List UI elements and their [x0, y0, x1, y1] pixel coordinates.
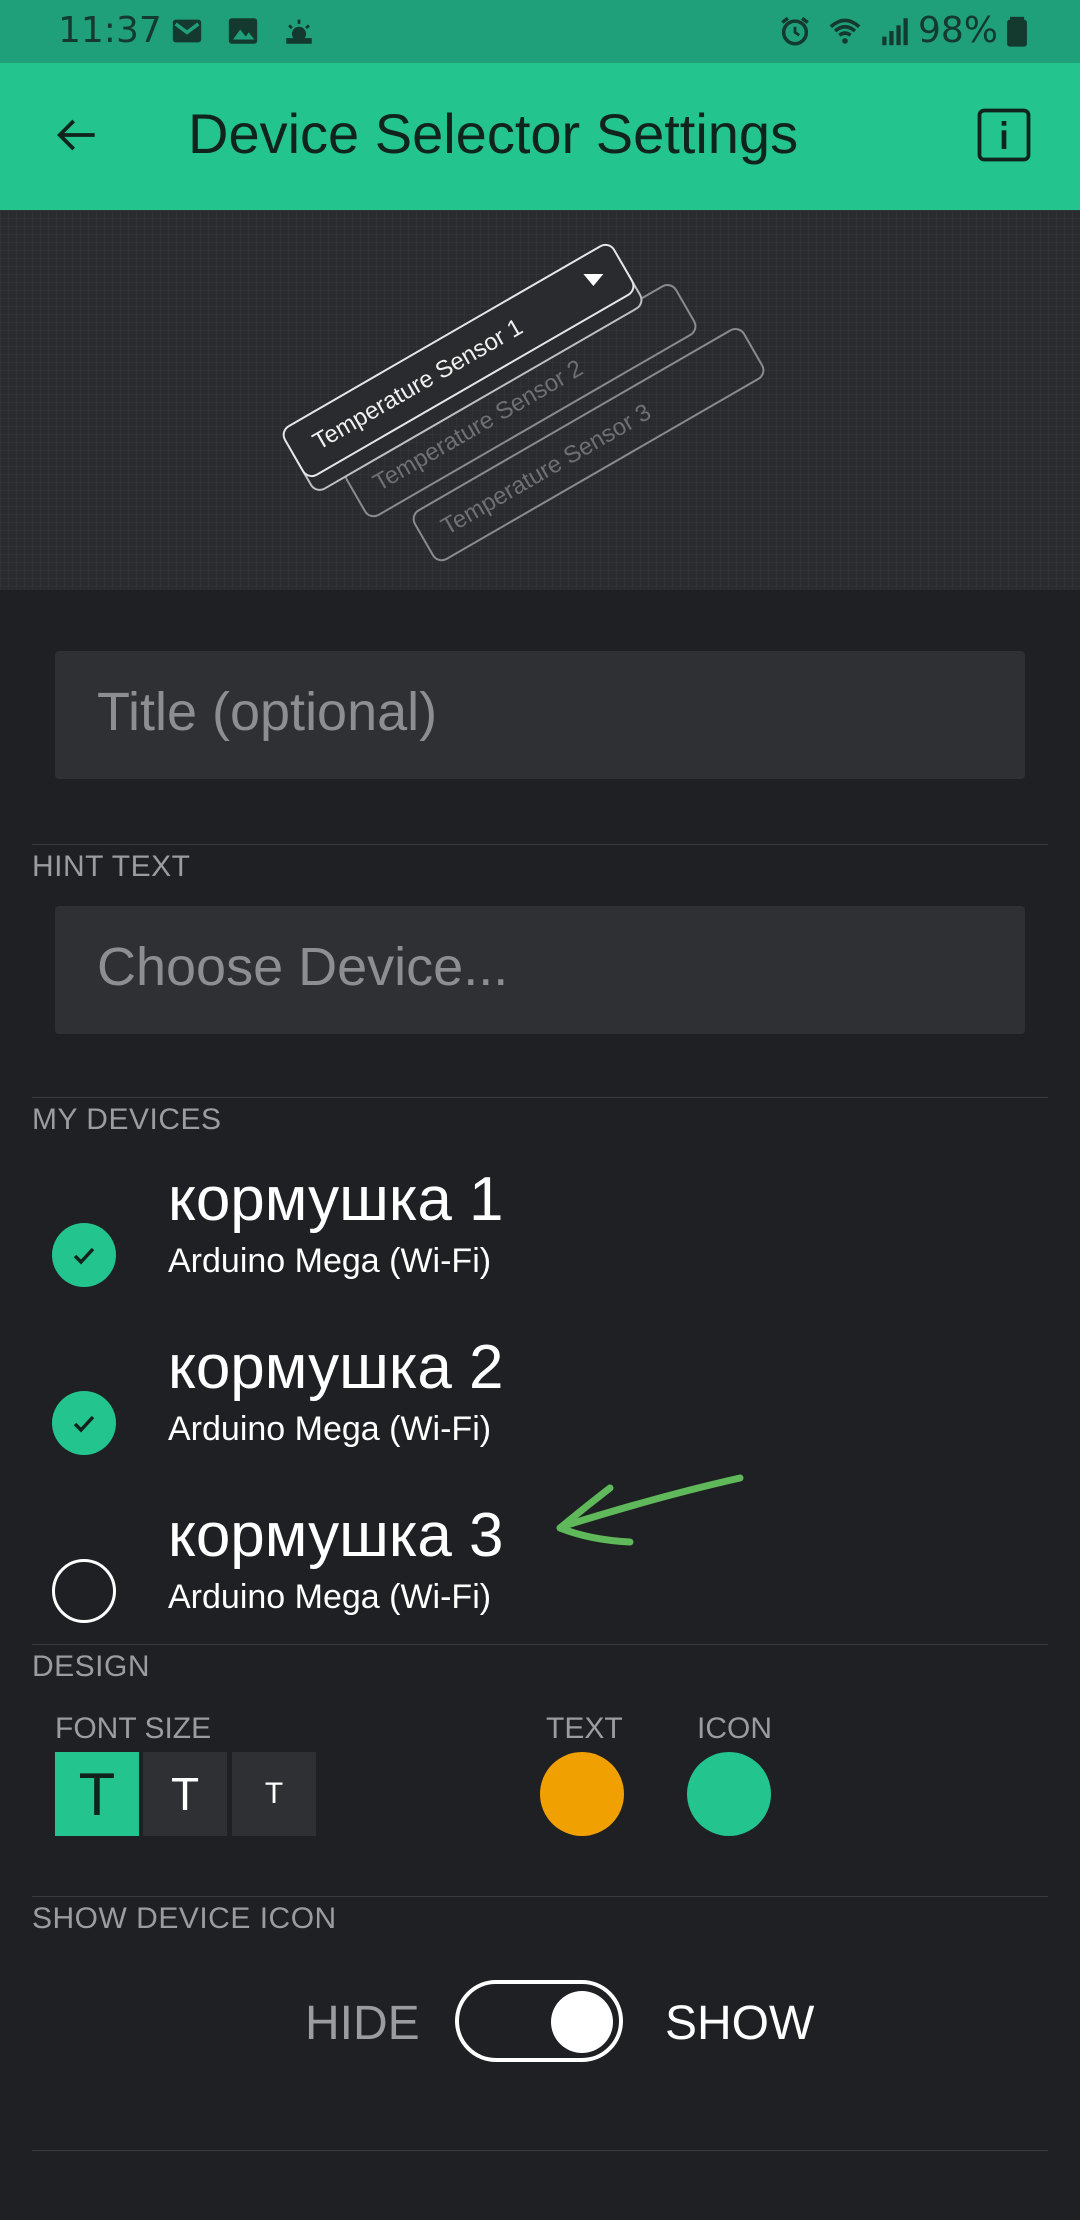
show-device-icon-label: SHOW DEVICE ICON [32, 1902, 337, 1935]
image-icon [228, 18, 258, 44]
text-color-label: TEXT [546, 1712, 623, 1745]
device-name-1: кормушка 1 [168, 1165, 504, 1234]
divider [32, 1644, 1048, 1645]
wifi-icon [829, 18, 861, 44]
text-color-swatch[interactable] [540, 1752, 624, 1836]
signal-icon [882, 18, 908, 46]
device-type-2: Arduino Mega (Wi-Fi) [168, 1410, 492, 1448]
icon-color-swatch[interactable] [687, 1752, 771, 1836]
font-size-large-label: T [78, 1760, 116, 1828]
device-item-3[interactable]: кормушка 3 Arduino Mega (Wi-Fi) [0, 1486, 1080, 1646]
hide-label: HIDE [305, 1997, 420, 2050]
battery-level: 98% [918, 10, 999, 51]
title-placeholder: Title (optional) [97, 682, 438, 742]
divider [32, 844, 1048, 845]
device-checkbox-1[interactable] [52, 1223, 116, 1287]
gmail-icon [172, 19, 202, 43]
annotation-arrow-icon [556, 1474, 744, 1546]
device-type-3: Arduino Mega (Wi-Fi) [168, 1578, 492, 1616]
page-title: Device Selector Settings [188, 102, 799, 165]
status-time: 11:37 [58, 10, 162, 51]
font-size-medium-button[interactable]: T [143, 1752, 227, 1836]
hint-text-placeholder: Choose Device... [97, 937, 509, 997]
weather-icon [286, 19, 312, 44]
info-icon[interactable] [976, 107, 1032, 163]
status-bar: 11:37 98% [0, 0, 1080, 63]
check-icon [73, 1247, 95, 1265]
device-checkbox-3[interactable] [52, 1559, 116, 1623]
font-size-large-button[interactable]: T [55, 1752, 139, 1836]
divider [32, 1097, 1048, 1098]
device-checkbox-2[interactable] [52, 1391, 116, 1455]
show-device-icon-toggle[interactable] [455, 1980, 623, 2062]
show-label: SHOW [665, 1997, 815, 2050]
device-name-3: кормушка 3 [168, 1501, 504, 1570]
toggle-knob [551, 1991, 613, 2053]
hint-text-label: HINT TEXT [32, 850, 191, 883]
check-icon [73, 1415, 95, 1433]
design-label: DESIGN [32, 1650, 151, 1683]
font-size-small-label: T [264, 1777, 284, 1810]
title-input[interactable]: Title (optional) [55, 651, 1025, 779]
app-bar: Device Selector Settings [0, 63, 1080, 210]
divider [32, 2150, 1048, 2151]
icon-color-label: ICON [697, 1712, 772, 1745]
my-devices-label: MY DEVICES [32, 1103, 222, 1136]
alarm-icon [781, 16, 809, 46]
divider [32, 1896, 1048, 1897]
back-arrow-icon[interactable] [48, 107, 104, 163]
widget-preview: Temperature Sensor 3 Temperature Sensor … [0, 210, 1080, 590]
font-size-medium-label: T [170, 1768, 200, 1820]
hint-text-input[interactable]: Choose Device... [55, 906, 1025, 1034]
device-item-2[interactable]: кормушка 2 Arduino Mega (Wi-Fi) [0, 1318, 1080, 1478]
font-size-small-button[interactable]: T [232, 1752, 316, 1836]
device-item-1[interactable]: кормушка 1 Arduino Mega (Wi-Fi) [0, 1150, 1080, 1310]
battery-icon [1007, 16, 1027, 47]
device-type-1: Arduino Mega (Wi-Fi) [168, 1242, 492, 1280]
device-name-2: кормушка 2 [168, 1333, 504, 1402]
font-size-label: FONT SIZE [55, 1712, 212, 1745]
